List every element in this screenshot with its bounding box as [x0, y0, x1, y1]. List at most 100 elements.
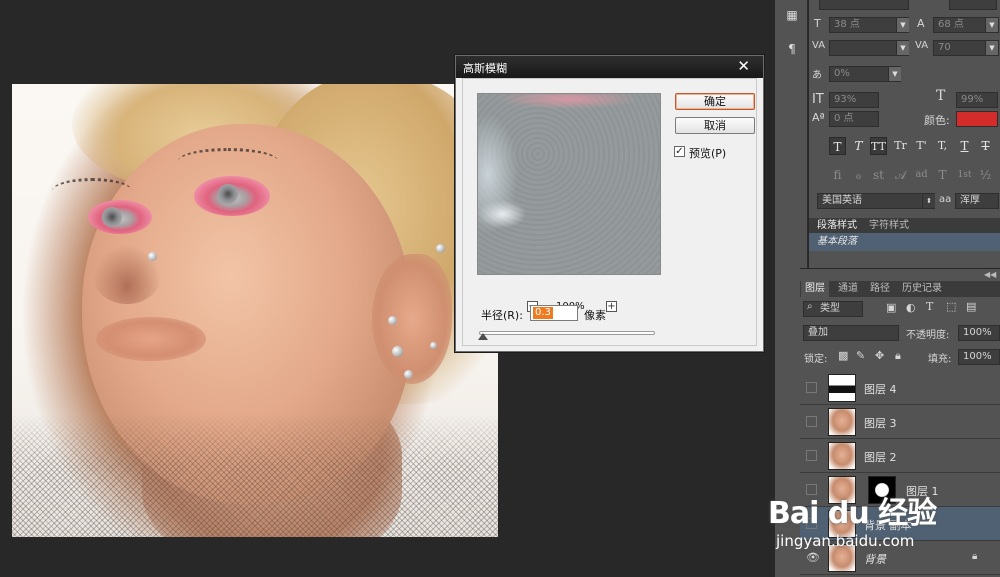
scale-icon: あ — [812, 70, 822, 81]
font-style-field[interactable] — [949, 0, 997, 10]
chevron-down-icon[interactable]: ▼ — [888, 67, 901, 81]
layer-name[interactable]: 图层 2 — [864, 449, 897, 465]
zoom-in-button[interactable]: + — [606, 301, 617, 312]
stylistic-alternates-button[interactable]: T — [934, 166, 951, 184]
canvas-photo[interactable] — [12, 84, 498, 537]
dialog-title: 高斯模糊 — [463, 62, 507, 75]
paragraph-style-item[interactable]: 基本段落 — [809, 233, 1000, 251]
tab-history[interactable]: 历史记录 — [898, 281, 946, 297]
baseline-shift-icon: Aª — [812, 111, 825, 124]
font-family-field[interactable] — [819, 0, 909, 10]
radius-input[interactable]: 0.3 — [530, 305, 578, 321]
search-icon: ⌕ — [807, 301, 813, 312]
blur-preview[interactable] — [477, 93, 661, 275]
tab-layers[interactable]: 图层 — [801, 281, 829, 297]
lock-all-icon[interactable]: 🔒︎ — [895, 349, 901, 363]
tracking-icon: VA — [915, 40, 929, 51]
photo-left-lashes — [52, 178, 132, 204]
chevron-down-icon[interactable]: ▼ — [985, 18, 998, 32]
cancel-button[interactable]: 取消 — [675, 117, 755, 134]
visibility-toggle[interactable] — [806, 382, 817, 393]
faux-bold-button[interactable]: T — [829, 137, 846, 155]
ligatures-button[interactable]: fi — [829, 166, 846, 184]
visibility-toggle[interactable] — [806, 450, 817, 461]
blend-mode-select[interactable]: 叠加 — [803, 325, 899, 341]
faux-italic-button[interactable]: T — [850, 137, 867, 155]
grid-panel-icon[interactable]: ▦ — [784, 8, 800, 22]
gaussian-blur-dialog: 高斯模糊 ✕ − 100% + 确定 取消 ✓ 预览(P) 半径(R): 0.3… — [455, 55, 764, 352]
layer-name[interactable]: 图层 4 — [864, 381, 897, 397]
lock-pixels-icon[interactable]: ▩ — [838, 349, 848, 362]
baidu-jingyan-watermark: Bai du 经验 jingyan.baidu.com — [768, 488, 1000, 558]
text-color-swatch[interactable] — [956, 111, 998, 127]
small-caps-button[interactable]: Tr — [892, 137, 909, 155]
visibility-toggle[interactable] — [806, 416, 817, 427]
layer-row[interactable]: 图层 2 — [800, 439, 1000, 473]
discretionary-ligatures-button[interactable]: st — [870, 166, 887, 184]
layer-row[interactable]: 图层 4 — [800, 371, 1000, 405]
all-caps-button[interactable]: TT — [870, 137, 887, 155]
photo-lips — [96, 317, 206, 361]
photo-ear — [372, 254, 452, 384]
preview-label[interactable]: 预览(P) — [689, 145, 726, 161]
antialias-select[interactable]: 浑厚 — [955, 193, 999, 209]
watermark-url: jingyan.baidu.com — [776, 532, 915, 550]
radius-slider-thumb[interactable] — [478, 333, 488, 340]
dialog-titlebar[interactable]: 高斯模糊 ✕ — [456, 56, 763, 78]
layer-thumbnail — [828, 408, 856, 436]
tab-paths[interactable]: 路径 — [866, 281, 894, 297]
language-select[interactable]: 美国英语 — [817, 193, 935, 209]
type-filter-icon[interactable]: T — [926, 300, 933, 313]
strikethrough-button[interactable]: T — [977, 137, 994, 155]
lock-move-icon[interactable]: ✥ — [875, 349, 884, 362]
radius-label: 半径(R): — [481, 309, 523, 322]
photo-earring — [404, 370, 413, 379]
lock-brush-icon[interactable]: ✎ — [856, 349, 865, 362]
opacity-field[interactable]: 100% — [958, 325, 1000, 341]
baseline-shift-field[interactable]: 0 点 — [829, 111, 879, 127]
layer-thumbnail — [828, 374, 856, 402]
shape-filter-icon[interactable]: ⬚ — [946, 300, 956, 313]
preview-checkbox[interactable]: ✓ — [674, 146, 685, 157]
ordinals-button[interactable]: 1st — [956, 166, 973, 184]
photoshop-workspace: { "dialog": { "title": "高斯模糊", "close_gl… — [0, 0, 1000, 577]
tab-channels[interactable]: 通道 — [834, 281, 862, 297]
close-icon[interactable]: ✕ — [737, 57, 750, 75]
horizontal-scale-icon: T — [936, 88, 946, 104]
old-style-button[interactable]: ℴ — [850, 166, 867, 184]
collapse-icon[interactable]: ◀◀ — [984, 270, 996, 279]
leading-icon: A — [917, 17, 925, 30]
tab-paragraph-styles[interactable]: 段落样式 — [812, 218, 862, 233]
layers-tabbar: 图层 通道 路径 历史记录 — [800, 281, 1000, 297]
radius-slider[interactable] — [479, 331, 655, 335]
fractions-button[interactable]: ½ — [977, 166, 994, 184]
vertical-scale-field[interactable]: 93% — [829, 92, 879, 108]
lock-label: 锁定: — [804, 354, 828, 365]
superscript-button[interactable]: T' — [913, 137, 930, 155]
pixel-filter-icon[interactable]: ▣ — [886, 301, 896, 314]
subscript-button[interactable]: T, — [934, 137, 951, 155]
watermark-brand: Bai du 经验 — [768, 496, 937, 531]
fill-label: 填充: — [928, 354, 952, 365]
opacity-label: 不透明度: — [906, 330, 950, 341]
tab-character-styles[interactable]: 字符样式 — [864, 218, 914, 233]
chevron-down-icon[interactable]: ▼ — [896, 41, 909, 55]
horizontal-scale-field[interactable]: 99% — [956, 92, 998, 108]
layer-name[interactable]: 图层 3 — [864, 415, 897, 431]
chevron-down-icon[interactable]: ⬍ — [922, 194, 935, 208]
chevron-down-icon[interactable]: ▼ — [896, 18, 909, 32]
smart-object-filter-icon[interactable]: ▤ — [966, 300, 976, 313]
paragraph-panel-icon[interactable]: ¶ — [784, 42, 800, 56]
underline-button[interactable]: T — [956, 137, 973, 155]
titling-button[interactable]: ad — [913, 166, 930, 184]
chevron-down-icon[interactable]: ▼ — [985, 41, 998, 55]
fill-field[interactable]: 100% — [958, 349, 1000, 365]
layer-row[interactable]: 图层 3 — [800, 405, 1000, 439]
adjustment-filter-icon[interactable]: ◐ — [906, 301, 916, 314]
photo-left-pupil — [102, 207, 122, 227]
photo-earring — [392, 346, 403, 357]
ok-button[interactable]: 确定 — [675, 93, 755, 110]
layer-thumbnail — [828, 442, 856, 470]
swash-button[interactable]: 𝒜 — [892, 166, 909, 184]
kerning-icon: VA — [812, 40, 826, 51]
